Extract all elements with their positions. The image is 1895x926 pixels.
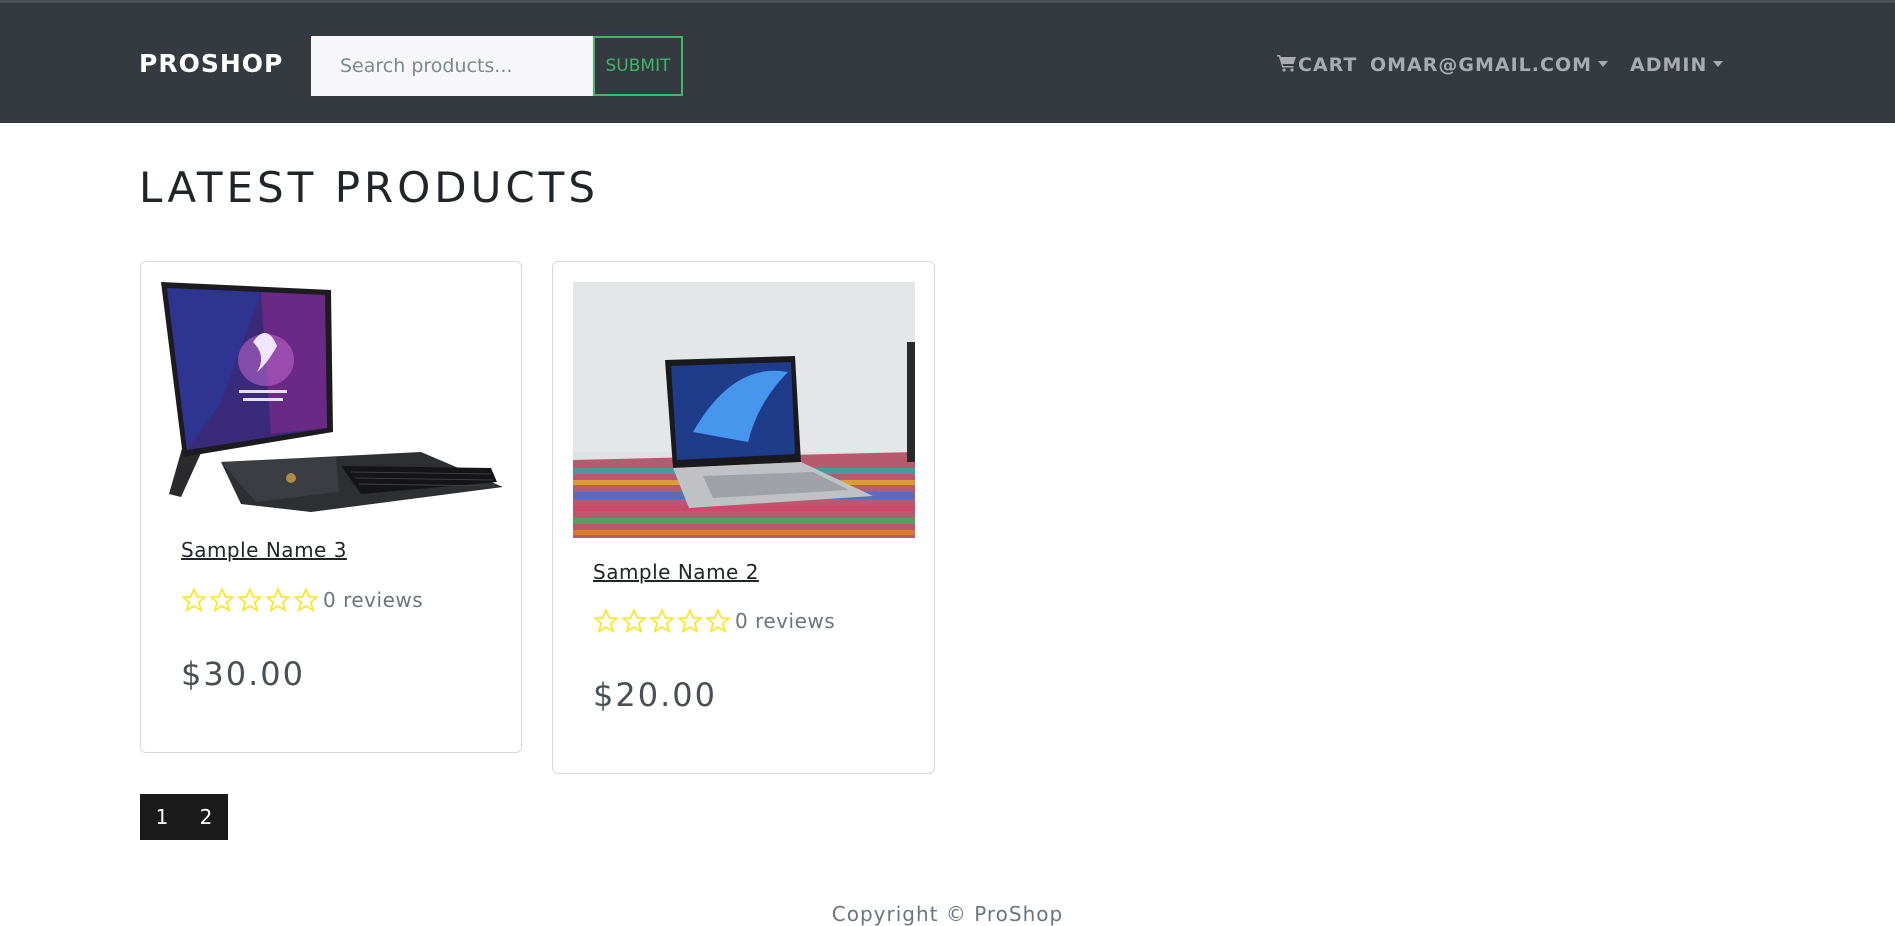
user-menu-dropdown[interactable]: OMAR@GMAIL.COM (1370, 54, 1608, 76)
rating: 0 reviews (181, 587, 423, 613)
navbar: PROSHOP SUBMIT CART OMAR@GMAIL.COM ADMIN (0, 0, 1895, 123)
product-name-link[interactable]: Sample Name 3 (181, 538, 347, 562)
page-1-button[interactable]: 1 (140, 794, 184, 840)
cart-link[interactable]: CART (1277, 54, 1357, 76)
cart-label: CART (1298, 54, 1358, 76)
reviews-count: 0 reviews (323, 588, 424, 612)
star-empty-icon (649, 608, 675, 634)
product-image[interactable] (573, 282, 915, 538)
page-2-button[interactable]: 2 (184, 794, 228, 840)
product-name-link[interactable]: Sample Name 2 (593, 560, 759, 584)
star-empty-icon (677, 608, 703, 634)
star-empty-icon (181, 587, 207, 613)
brand-logo[interactable]: PROSHOP (139, 49, 283, 78)
product-price: $20.00 (593, 676, 717, 714)
star-empty-icon (209, 587, 235, 613)
footer-copyright: Copyright © ProShop (831, 902, 1064, 926)
admin-menu-label: ADMIN (1630, 54, 1708, 76)
chevron-down-icon (1713, 61, 1724, 67)
product-card: Sample Name 2 0 reviews $20.00 (552, 261, 935, 774)
search-submit-button[interactable]: SUBMIT (593, 36, 683, 96)
product-image[interactable] (161, 282, 503, 512)
cart-icon (1277, 55, 1296, 72)
user-menu-label: OMAR@GMAIL.COM (1370, 54, 1592, 76)
reviews-count: 0 reviews (735, 609, 836, 633)
admin-menu-dropdown[interactable]: ADMIN (1630, 54, 1724, 76)
star-empty-icon (237, 587, 263, 613)
chevron-down-icon (1598, 61, 1608, 67)
star-empty-icon (265, 587, 291, 613)
pagination: 1 2 (140, 794, 228, 840)
star-empty-icon (293, 587, 319, 613)
page-title: LATEST PRODUCTS (139, 163, 599, 212)
rating: 0 reviews (593, 608, 835, 634)
search-input[interactable] (311, 36, 593, 96)
star-empty-icon (705, 608, 731, 634)
product-price: $30.00 (181, 655, 305, 693)
star-empty-icon (621, 608, 647, 634)
star-empty-icon (593, 608, 619, 634)
product-card: Sample Name 3 0 reviews $30.00 (140, 261, 522, 753)
